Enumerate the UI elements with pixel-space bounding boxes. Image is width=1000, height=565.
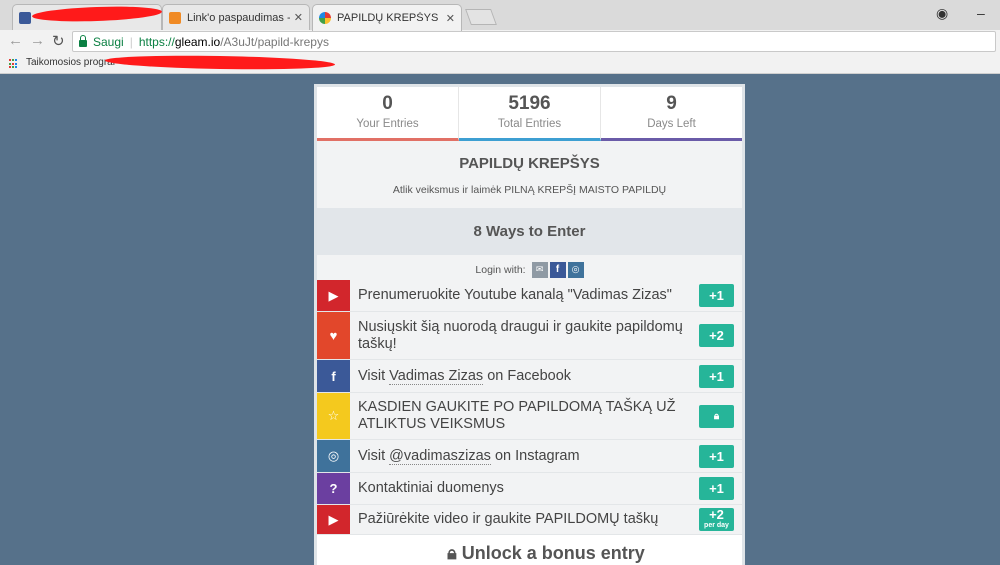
entry-text-prefix: Visit [358,367,390,384]
orange-favicon-icon [169,11,181,24]
entry-facebook-visit[interactable]: f Visit Vadimas Zizas on Facebook +1 [317,360,742,393]
stat-value: 5196 [508,93,551,114]
campaign-description: Atlik veiksmus ir laimėk PILNĄ KREPŠĮ MA… [392,184,667,196]
star-icon: ☆ [317,393,350,439]
lock-icon [79,34,87,47]
stat-days-left: 9 Days Left [601,87,742,141]
heart-icon: ♥ [317,312,350,359]
instagram-login-icon[interactable]: ◎ [567,261,584,278]
stat-value: 9 [666,93,677,114]
entry-text: Visit @vadimaszizas on Instagram [350,447,699,465]
bonus-entry-heading: 🔒︎ Unlock a bonus entry [350,535,742,565]
entry-text: Prenumeruokite Youtube kanalą "Vadimas Z… [358,287,672,303]
url-separator: | [129,34,133,49]
entry-text-prefix: Visit [358,447,390,464]
stat-label: Your Entries [356,118,419,130]
ways-to-enter-heading: 8 Ways to Enter [317,208,742,255]
bonus-label: Unlock a bonus entry [461,543,645,563]
entry-youtube-subscribe[interactable]: ▶ Prenumeruokite Youtube kanalą "Vadimas… [317,280,742,312]
stat-total-entries: 5196 Total Entries [459,87,601,141]
campaign-title: PAPILDŲ KREPŠYS [459,155,600,172]
question-icon: ? [317,473,350,504]
reload-icon[interactable]: ↻ [52,32,65,50]
competition-card: 0 Your Entries 5196 Total Entries 9 Days… [317,87,742,565]
tab-title: Link'o paspaudimas - to [187,11,290,24]
facebook-login-icon[interactable]: f [549,261,566,278]
entry-points-badge: +1 [699,444,734,468]
entry-points-badge: +1 [699,284,734,307]
profile-icon[interactable]: ◉ [936,5,948,22]
entry-points-badge: +1 [699,477,734,500]
url-scheme: https:// [138,34,175,49]
entry-text: Visit Vadimas Zizas on Facebook [350,367,699,385]
entry-text-suffix: on Instagram [490,447,580,464]
close-icon[interactable]: ✕ [446,12,455,25]
apps-grid-icon[interactable] [9,59,19,69]
back-icon[interactable]: ← [8,32,23,49]
stat-label: Total Entries [497,118,562,130]
entry-refer-friend[interactable]: ♥ Nusiųskit šią nuorodą draugui ir gauki… [317,312,742,360]
bonus-entry-row[interactable]: 🔒︎ Unlock a bonus entry [317,535,742,565]
badge-points: +2 [709,506,724,522]
gleam-widget: 0 Your Entries 5196 Total Entries 9 Days… [314,84,745,565]
url-path: /A3uJt/papild-krepys [220,34,329,49]
lock-icon: 🔒︎ [447,543,457,563]
tab-gleam[interactable]: PAPILDŲ KREPŠYS ✕ [312,4,462,31]
entry-instagram-visit[interactable]: ◎ Visit @vadimaszizas on Instagram +1 [317,440,742,473]
close-icon[interactable]: ✕ [294,11,303,24]
lock-badge: 🔒︎ [699,404,734,428]
bookmarks-bar: Taikomosios prograr [0,53,1000,74]
tab-strip: Link'o paspaudimas - to ✕ PAPILDŲ KREPŠY… [0,0,1000,31]
tab-link-click[interactable]: Link'o paspaudimas - to ✕ [162,4,310,30]
browser-toolbar: ← → ↻ Saugi | https://gleam.io/A3uJt/pap… [0,30,1000,53]
youtube-icon: ▶ [317,280,350,311]
stat-label: Days Left [647,118,696,130]
tab-title: PAPILDŲ KREPŠYS [337,12,439,24]
apps-bookmark-label[interactable]: Taikomosios prograr [26,57,116,68]
entry-text: Pažiūrėkite video ir gaukite PAPILDOMŲ t… [358,511,659,527]
entry-text: Kontaktiniai duomenys [358,480,504,496]
secure-label: Saugi [93,34,124,49]
stat-your-entries: 0 Your Entries [317,87,459,141]
email-login-icon[interactable]: ✉ [531,261,548,278]
instagram-icon: ◎ [317,440,350,472]
stats-bar: 0 Your Entries 5196 Total Entries 9 Days… [317,87,742,141]
badge-per-day: per day [704,521,729,529]
url-host: gleam.io [174,34,221,49]
entry-points-badge: +2 per day [699,508,734,531]
redaction-scribble [104,53,336,72]
entry-points-badge: +2 [699,324,734,347]
address-bar[interactable]: Saugi | https://gleam.io/A3uJt/papild-kr… [72,31,996,52]
facebook-favicon-icon [19,11,31,24]
forward-icon[interactable]: → [30,32,45,49]
facebook-page-link[interactable]: Vadimas Zizas [389,367,484,385]
login-row: Login with: ✉ f ◎ [317,259,742,280]
entry-points-badge: +1 [699,364,734,388]
instagram-profile-link[interactable]: @vadimaszizas [389,447,491,465]
gleam-favicon-icon [319,12,331,24]
entry-text: KASDIEN GAUKITE PO PAPILDOMĄ TAŠKĄ UŽ AT… [358,399,676,432]
new-tab-button[interactable] [465,9,497,25]
lock-icon: 🔒︎ [713,410,720,422]
entry-daily-bonus[interactable]: ☆ KASDIEN GAUKITE PO PAPILDOMĄ TAŠKĄ UŽ … [317,393,742,440]
entry-methods-list: ▶ Prenumeruokite Youtube kanalą "Vadimas… [317,280,742,565]
youtube-icon: ▶ [317,505,350,534]
entry-contact-details[interactable]: ? Kontaktiniai duomenys +1 [317,473,742,505]
stat-value: 0 [382,93,393,114]
facebook-icon: f [317,360,350,392]
minimize-icon[interactable]: – [977,5,985,21]
entry-text-suffix: on Facebook [483,367,572,384]
entry-text: Nusiųskit šią nuorodą draugui ir gaukite… [358,318,683,352]
login-label: Login with: [475,263,526,276]
entry-watch-video[interactable]: ▶ Pažiūrėkite video ir gaukite PAPILDOMŲ… [317,505,742,535]
